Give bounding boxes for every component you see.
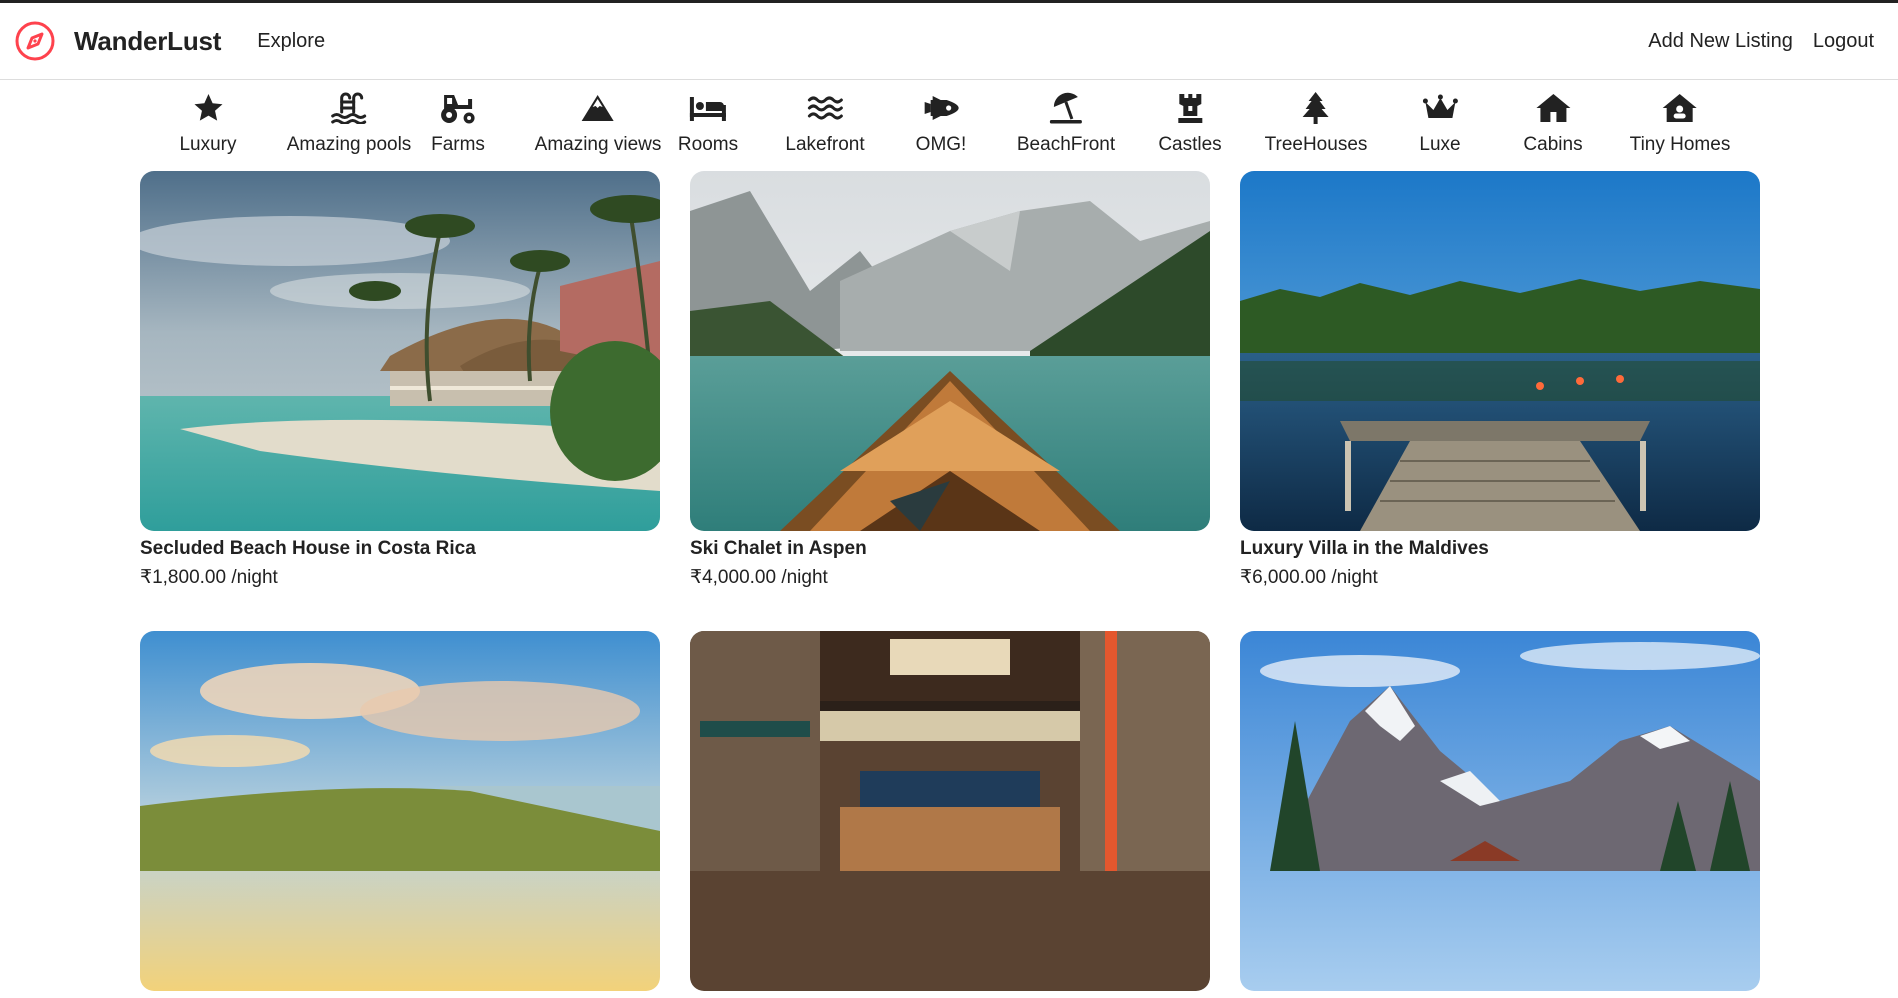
bed-icon bbox=[688, 90, 728, 126]
small-house-icon bbox=[1662, 90, 1698, 126]
listing-image[interactable] bbox=[140, 631, 660, 991]
filter-label: BeachFront bbox=[1016, 134, 1116, 155]
listing-title: Luxury Villa in the Maldives bbox=[1240, 538, 1489, 559]
filter-omg[interactable]: OMG! bbox=[915, 90, 967, 156]
listings-grid: Secluded Beach House in Costa Rica ₹1,80… bbox=[140, 171, 1760, 998]
listing-price: ₹1,800.00 /night bbox=[140, 567, 278, 588]
filter-rooms[interactable]: Rooms bbox=[678, 90, 738, 156]
filter-label: Cabins bbox=[1523, 134, 1583, 155]
explore-link[interactable]: Explore bbox=[257, 30, 325, 53]
tree-icon bbox=[1302, 90, 1330, 126]
umbrella-beach-icon bbox=[1048, 90, 1084, 126]
filter-castles[interactable]: Castles bbox=[1158, 90, 1222, 156]
chess-rook-icon bbox=[1177, 90, 1203, 126]
listing-card[interactable] bbox=[1240, 631, 1760, 998]
listing-image[interactable] bbox=[690, 171, 1210, 531]
listing-image[interactable] bbox=[690, 631, 1210, 991]
filter-lakefront[interactable]: Lakefront bbox=[785, 90, 865, 156]
crown-icon bbox=[1422, 90, 1458, 126]
navbar: WanderLust Explore Add New Listing Logou… bbox=[0, 3, 1898, 80]
filter-luxury[interactable]: Luxury bbox=[179, 90, 237, 156]
spaceship-icon bbox=[921, 90, 961, 126]
listing-card[interactable]: Ski Chalet in Aspen ₹4,000.00 /night bbox=[690, 171, 1210, 589]
filter-beachfront[interactable]: BeachFront bbox=[1017, 90, 1115, 156]
filter-amazing-views[interactable]: Amazing views bbox=[534, 90, 662, 156]
filter-label: TreeHouses bbox=[1264, 134, 1368, 155]
filter-label: OMG! bbox=[915, 134, 967, 155]
filter-tiny-homes[interactable]: Tiny Homes bbox=[1629, 90, 1731, 156]
listing-price: ₹6,000.00 /night bbox=[1240, 567, 1378, 588]
water-icon bbox=[807, 90, 843, 126]
filter-treehouses[interactable]: TreeHouses bbox=[1264, 90, 1368, 156]
star-icon bbox=[192, 90, 224, 126]
filter-label: Luxe bbox=[1419, 134, 1461, 155]
mountain-icon bbox=[581, 90, 615, 126]
compass-icon[interactable] bbox=[14, 20, 56, 62]
listing-image[interactable] bbox=[1240, 631, 1760, 991]
listing-card[interactable] bbox=[140, 631, 660, 998]
filter-label: Farms bbox=[431, 134, 485, 155]
listing-price: ₹4,000.00 /night bbox=[690, 567, 828, 588]
listing-title: Secluded Beach House in Costa Rica bbox=[140, 538, 476, 559]
nav-right: Add New Listing Logout bbox=[1648, 30, 1884, 53]
listing-image[interactable] bbox=[140, 171, 660, 531]
filter-label: Rooms bbox=[677, 134, 739, 155]
listing-card[interactable]: Luxury Villa in the Maldives ₹6,000.00 /… bbox=[1240, 171, 1760, 589]
filter-label: Lakefront bbox=[785, 134, 865, 155]
filter-amazing-pools[interactable]: Amazing pools bbox=[286, 90, 412, 156]
filter-farms[interactable]: Farms bbox=[431, 90, 485, 156]
filter-label: Amazing pools bbox=[286, 134, 412, 155]
filter-label: Castles bbox=[1158, 134, 1222, 155]
filter-label: Tiny Homes bbox=[1629, 134, 1731, 155]
listing-card[interactable] bbox=[690, 631, 1210, 998]
pool-icon bbox=[331, 90, 367, 126]
filter-cabins[interactable]: Cabins bbox=[1523, 90, 1583, 156]
listing-card[interactable]: Secluded Beach House in Costa Rica ₹1,80… bbox=[140, 171, 660, 589]
listing-title: Ski Chalet in Aspen bbox=[690, 538, 867, 559]
add-listing-link[interactable]: Add New Listing bbox=[1648, 30, 1793, 53]
filter-label: Amazing views bbox=[534, 134, 662, 155]
brand-name[interactable]: WanderLust bbox=[74, 26, 221, 57]
filter-luxe[interactable]: Luxe bbox=[1419, 90, 1461, 156]
logout-link[interactable]: Logout bbox=[1813, 30, 1874, 53]
tractor-icon bbox=[438, 90, 478, 126]
filter-label: Luxury bbox=[179, 134, 237, 155]
listing-image[interactable] bbox=[1240, 171, 1760, 531]
house-icon bbox=[1535, 90, 1571, 126]
filter-bar: Luxury Amazing pools Farms Amazing views bbox=[0, 80, 1898, 170]
